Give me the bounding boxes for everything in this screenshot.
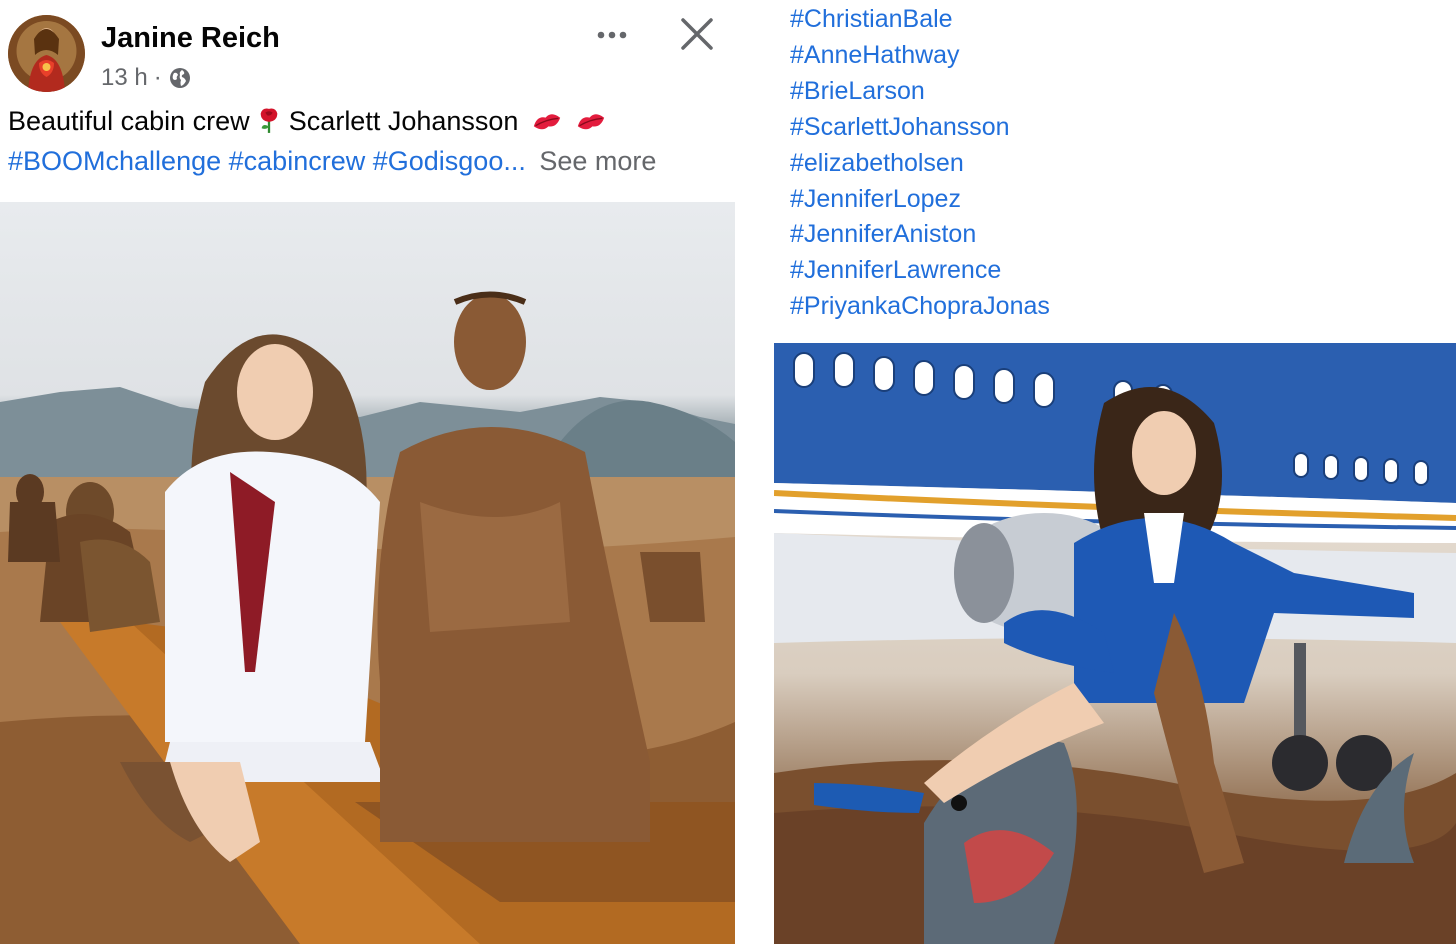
close-icon [681,18,713,50]
hashtag-link[interactable]: #elizabetholsen [790,146,1050,182]
post-hashtags: #BOOMchallenge #cabincrew #Godisgoo... S… [8,146,728,177]
hashtag-link[interactable]: #ScarlettJohansson [790,110,1050,146]
post-image-airplane-shark[interactable] [774,343,1456,944]
author-name[interactable]: Janine Reich [101,22,280,55]
caption-name: Scarlett Johansson [288,106,519,136]
kiss-mark-emoji [518,108,571,136]
more-options-icon [597,31,627,39]
hashtag-link[interactable]: #cabincrew [229,146,366,176]
caption-text: Beautiful cabin crew [8,106,250,136]
hashtag-link[interactable]: #PriyankaChopraJonas [790,289,1050,325]
hashtag-list: #ChristianBale #AnneHathway #BrieLarson … [790,2,1050,325]
post-image-illustration [0,291,735,944]
post-image-muddy-raft[interactable] [0,202,735,944]
kiss-mark-emoji-2 [572,108,608,136]
profile-avatar[interactable] [8,15,85,92]
post-meta: 13 h · [101,64,192,92]
post-caption: Beautiful cabin crew Scarlett Johansson [8,106,728,137]
hashtag-link[interactable]: #ChristianBale [790,2,1050,38]
hashtag-link[interactable]: #BOOMchallenge [8,146,221,176]
hashtag-link[interactable]: #BrieLarson [790,74,1050,110]
see-more-link[interactable]: See more [539,146,656,176]
facebook-post-panel: Janine Reich 13 h · Beautiful cabin crew [0,0,736,944]
close-button[interactable] [675,12,719,56]
meta-separator: · [153,64,162,91]
hashtag-link[interactable]: #AnneHathway [790,38,1050,74]
globe-icon [168,66,192,90]
hashtag-link[interactable]: #JenniferLawrence [790,253,1050,289]
rose-emoji [257,108,289,136]
hashtag-link[interactable]: #JenniferAniston [790,217,1050,253]
avatar-portrait-icon [8,15,85,92]
post-timestamp[interactable]: 13 h [101,64,148,92]
airplane-shark-illustration [774,343,1456,944]
hashtag-link[interactable]: #JenniferLopez [790,182,1050,218]
hashtag-link[interactable]: #Godisgoo... [373,146,526,176]
more-options-button[interactable] [590,20,634,50]
